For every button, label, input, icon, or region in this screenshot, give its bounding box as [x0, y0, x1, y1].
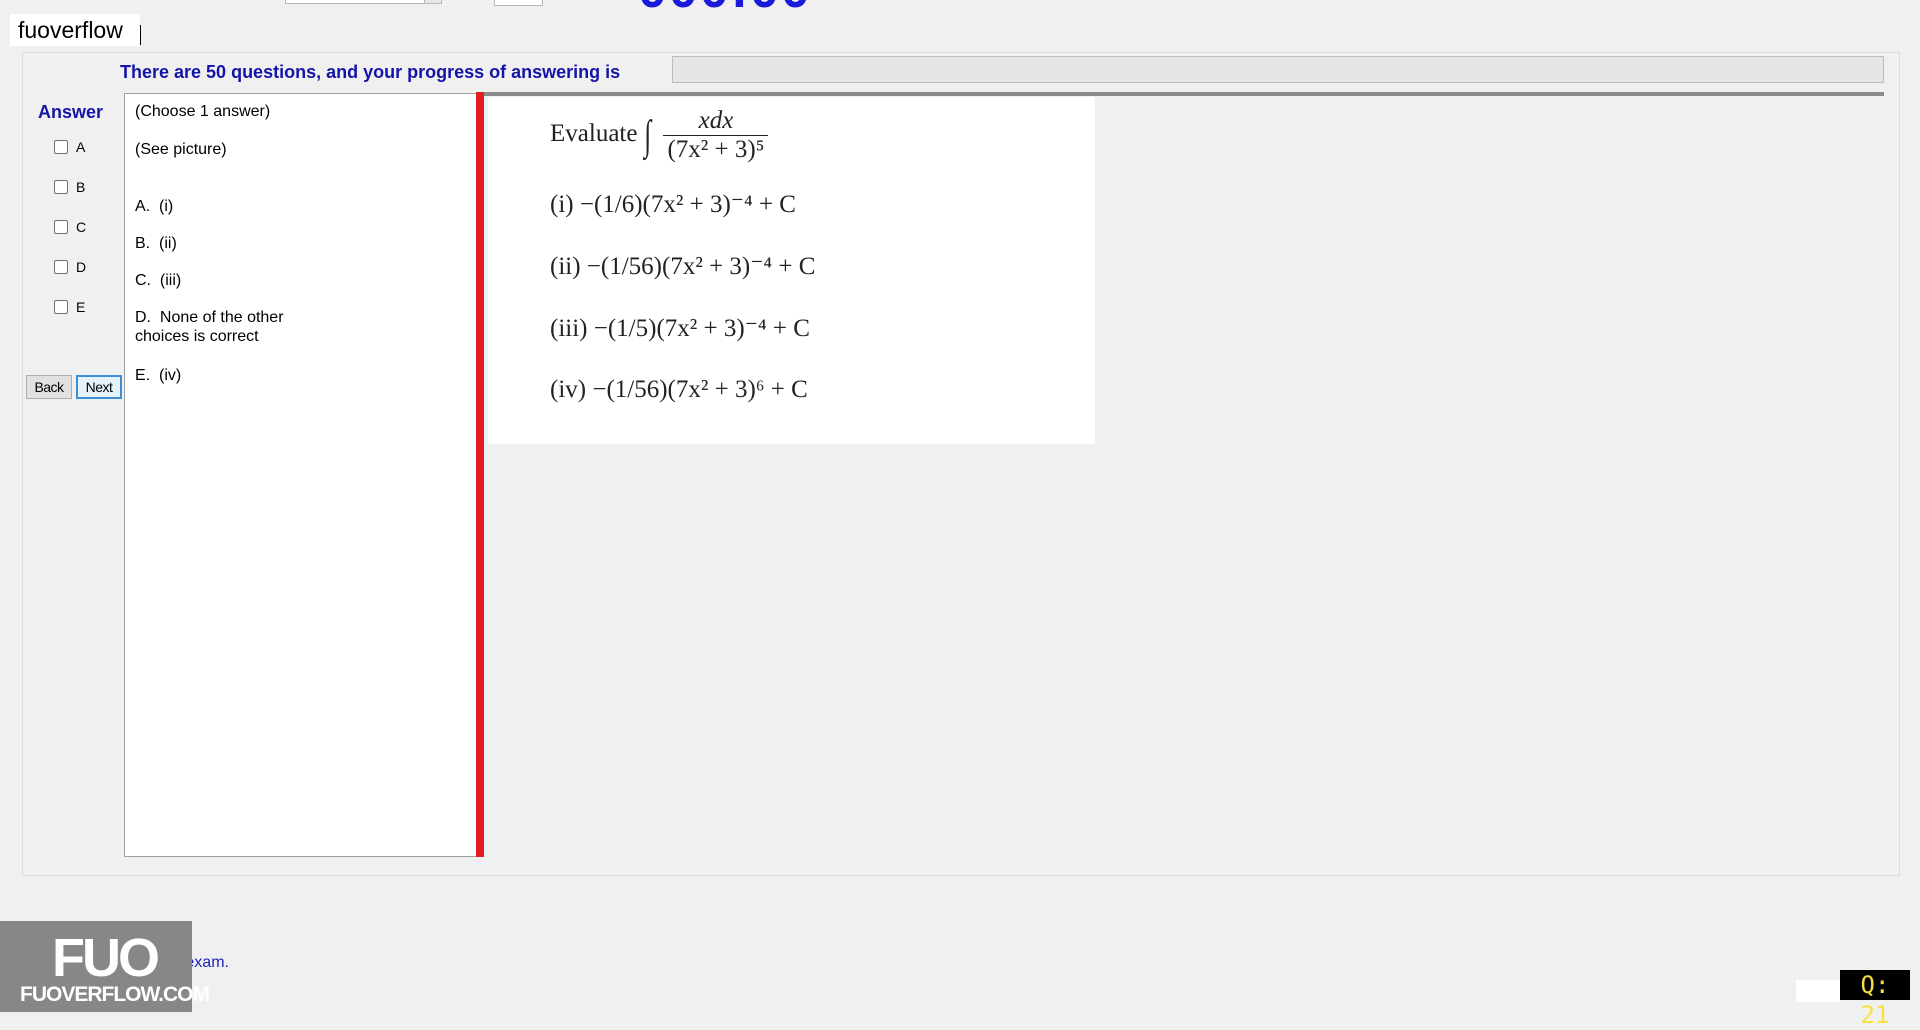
integrand-fraction: xdx (7x² + 3)⁵ — [663, 107, 769, 164]
checkbox[interactable] — [54, 140, 68, 154]
answer-option-b[interactable]: B — [54, 177, 85, 197]
question-option-iv: (iv) −(1/56)(7x² + 3)⁶ + C — [550, 376, 808, 404]
fuoverflow-logo: FUO FUOVERFLOW.COM — [0, 921, 210, 1012]
option-label: B — [76, 179, 86, 195]
question-option-ii: (ii) −(1/56)(7x² + 3)⁻⁴ + C — [550, 251, 815, 281]
choice-letter: E. — [135, 367, 151, 384]
choose-instruction: (Choose 1 answer) — [135, 103, 271, 120]
logo-mark: FUO — [52, 928, 160, 988]
question-option-iii: (iii) −(1/5)(7x² + 3)⁻⁴ + C — [550, 313, 810, 343]
choice-letter: B. — [135, 235, 151, 252]
question-option-i: (i) −(1/6)(7x² + 3)⁻⁴ + C — [550, 189, 796, 219]
choice-text: (iv) — [159, 367, 182, 384]
integrand-numerator: xdx — [663, 107, 769, 136]
checkbox[interactable] — [54, 180, 68, 194]
choices-textbox[interactable]: (Choose 1 answer) (See picture) A. (i) B… — [124, 93, 480, 857]
option-label: A — [76, 139, 86, 155]
choice-d: D. None of the other choices is correct — [135, 308, 305, 346]
choice-text: (iii) — [159, 272, 182, 289]
badge-backdrop — [1796, 980, 1840, 1002]
answer-option-d[interactable]: D — [54, 257, 86, 277]
choice-e: E. (iv) — [135, 366, 181, 385]
option-label: (iii) — [550, 315, 588, 342]
option-expr: −(1/5)(7x² + 3)⁻⁴ + C — [593, 315, 810, 342]
choice-c: C. (iii) — [135, 271, 181, 290]
choice-b: B. (ii) — [135, 234, 177, 253]
top-combo-box[interactable] — [285, 0, 442, 4]
option-label: C — [76, 219, 87, 235]
option-expr: −(1/56)(7x² + 3)⁻⁴ + C — [586, 253, 816, 280]
combo-arrow-icon[interactable] — [424, 0, 441, 3]
choice-letter: C. — [135, 272, 151, 289]
panel-splitter[interactable] — [476, 92, 484, 857]
top-spin-box[interactable] — [494, 0, 543, 6]
progress-bar — [672, 56, 1884, 83]
checkbox[interactable] — [54, 220, 68, 234]
choice-letter: D. — [135, 309, 151, 326]
checkbox[interactable] — [54, 300, 68, 314]
question-image: Evaluate ∫ xdx (7x² + 3)⁵ (i) −(1/6)(7x²… — [488, 97, 1095, 444]
choice-a: A. (i) — [135, 197, 173, 216]
option-label: D — [76, 259, 87, 275]
back-button[interactable]: Back — [26, 375, 72, 399]
integrand-denominator: (7x² + 3)⁵ — [667, 136, 765, 163]
choice-text: (i) — [159, 198, 174, 215]
answer-option-c[interactable]: C — [54, 217, 86, 237]
answer-title: Answer — [38, 102, 104, 122]
see-picture-note: (See picture) — [135, 141, 227, 158]
answer-option-e[interactable]: E — [54, 297, 85, 317]
option-label: E — [76, 299, 86, 315]
choice-letter: A. — [135, 198, 151, 215]
integral-icon: ∫ — [644, 112, 651, 159]
choice-text: (ii) — [159, 235, 177, 252]
progress-label: There are 50 questions, and your progres… — [120, 62, 621, 82]
option-label: (ii) — [550, 253, 581, 280]
checkbox[interactable] — [54, 260, 68, 274]
timer: 000:00 — [638, 0, 812, 20]
option-expr: −(1/56)(7x² + 3)⁶ + C — [592, 376, 808, 403]
logo-text: FUOVERFLOW.COM — [20, 983, 210, 1006]
watermark-label: fuoverflow — [10, 14, 140, 46]
answer-option-a[interactable]: A — [54, 137, 85, 157]
text-cursor — [140, 25, 141, 45]
option-label: (iv) — [550, 376, 587, 403]
choice-text: None of the other choices is correct — [135, 309, 284, 345]
option-label: (i) — [550, 191, 574, 218]
prompt-text: Evaluate — [550, 120, 638, 148]
question-number-badge: Q: 21 — [1840, 970, 1910, 1029]
question-prompt: Evaluate ∫ xdx (7x² + 3)⁵ — [550, 107, 769, 164]
option-expr: −(1/6)(7x² + 3)⁻⁴ + C — [579, 191, 796, 218]
next-button[interactable]: Next — [76, 375, 122, 399]
